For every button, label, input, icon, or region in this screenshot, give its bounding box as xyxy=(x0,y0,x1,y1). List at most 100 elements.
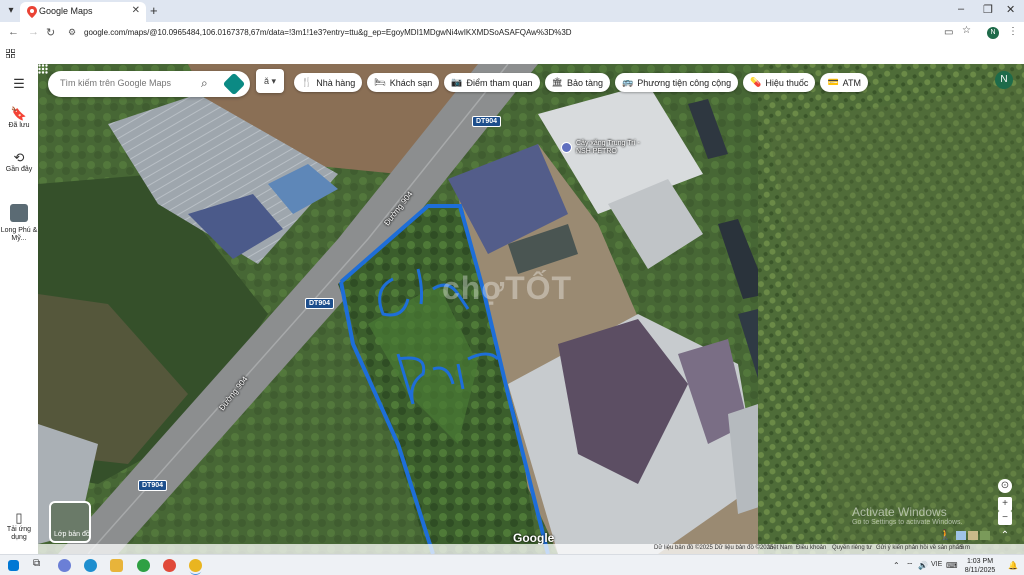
reload-button[interactable]: ↻ xyxy=(46,26,55,39)
ime-icon[interactable]: ⌨ xyxy=(946,561,958,570)
rail-label-saved: Đã lưu xyxy=(8,122,30,129)
back-button[interactable]: ← xyxy=(8,26,19,38)
apps-shortcut-icon[interactable] xyxy=(6,49,15,58)
rail-label-recent: Gần đây xyxy=(5,166,33,173)
taskbar-clock[interactable]: 1:03 PM 8/11/2025 xyxy=(960,557,1000,575)
zoom-out-button[interactable]: − xyxy=(998,511,1012,525)
profile-avatar[interactable]: N xyxy=(987,27,999,39)
directions-icon[interactable] xyxy=(222,72,246,96)
museum-icon: 🏛 xyxy=(551,77,563,87)
chip-label: Bảo tàng xyxy=(566,77,603,88)
notifications-icon[interactable]: 🔔 xyxy=(1008,561,1018,570)
feedback-link[interactable]: Gửi ý kiến phản hồi về sản phẩm xyxy=(876,545,964,551)
expand-controls-icon[interactable]: ⌃ xyxy=(998,529,1012,543)
camera-icon: 📷 xyxy=(451,77,463,87)
rail-item-recent-place[interactable]: Long Phú & Mỹ... xyxy=(0,204,38,243)
map-type-tiles[interactable] xyxy=(956,531,990,540)
zoom-in-button[interactable]: + xyxy=(998,497,1012,511)
input-language[interactable]: VIE xyxy=(931,561,942,568)
terms-link[interactable]: Điều khoản xyxy=(796,545,826,551)
chip-transit[interactable]: 🚌 Phương tiện công cộng xyxy=(614,73,739,92)
install-app-icon[interactable]: ▭ xyxy=(944,27,953,38)
restore-button[interactable]: ❐ xyxy=(983,3,993,16)
atm-icon: 💳 xyxy=(827,77,839,87)
menu-button[interactable]: ☰ xyxy=(0,76,38,92)
browser-menu-icon[interactable]: ⋮ xyxy=(1008,26,1018,37)
new-tab-button[interactable]: + xyxy=(150,3,158,18)
app-icon-2[interactable] xyxy=(163,559,176,572)
chip-more-selector[interactable]: ǎ ▾ xyxy=(256,69,284,93)
volume-icon[interactable]: 🔊 xyxy=(918,561,928,570)
chip-museums[interactable]: 🏛 Bảo tàng xyxy=(544,73,610,92)
tray-chevron-icon[interactable]: ⌃ xyxy=(893,561,900,570)
file-explorer-icon[interactable] xyxy=(110,559,123,572)
maps-side-rail: ☰ 🔖 Đã lưu ⟲ Gần đây Long Phú & Mỹ... ▯ … xyxy=(0,64,38,554)
activate-title: Activate Windows xyxy=(852,505,947,519)
rail-item-get-app[interactable]: ▯ Tải ứng dụng xyxy=(0,510,38,542)
edge-icon[interactable] xyxy=(84,559,97,572)
chip-label: ATM xyxy=(842,77,861,88)
bookmarks-bar xyxy=(0,44,1024,64)
rail-label-get-app: Tải ứng dụng xyxy=(6,526,32,541)
minimize-button[interactable]: – xyxy=(958,3,964,15)
pharmacy-icon: 💊 xyxy=(750,77,762,87)
rail-item-recent[interactable]: ⟲ Gần đây xyxy=(0,150,38,174)
clock-time: 1:03 PM xyxy=(966,558,994,565)
bookmark-star-icon[interactable]: ☆ xyxy=(962,25,971,36)
close-window-button[interactable]: ✕ xyxy=(1006,3,1015,16)
chip-restaurants[interactable]: 🍴 Nhà hàng xyxy=(294,73,363,92)
address-bar[interactable]: ⚙ google.com/maps/@10.0965484,106.016737… xyxy=(64,24,964,42)
road-shield: DT904 xyxy=(472,116,502,127)
attribution-country: Việt Nam xyxy=(768,545,793,551)
start-icon[interactable] xyxy=(8,560,19,571)
satellite-map[interactable]: chợTỐT DT904 DT904 DT904 Đường 904 Đường… xyxy=(38,64,1024,554)
scale-label: 5 m xyxy=(960,545,971,551)
windows-taskbar: ⧉ ⌃ ⌔ 🔊 VIE ⌨ 1:03 PM 8/11/2025 🔔 xyxy=(0,554,1024,575)
chip-label: Phương tiện công cộng xyxy=(637,77,732,88)
gas-station-pin-icon xyxy=(561,142,572,153)
clock-date: 8/11/2025 xyxy=(964,567,996,574)
poi-label: Cây xăng Trung Trí - NSH PETRO xyxy=(576,140,640,155)
satellite-imagery xyxy=(38,64,1024,554)
map-tile[interactable] xyxy=(956,531,966,540)
network-icon[interactable]: ⌔ xyxy=(906,561,914,571)
chip-label: Khách sạn xyxy=(389,77,433,88)
tab-close-icon[interactable]: ✕ xyxy=(132,5,140,16)
rail-item-saved[interactable]: 🔖 Đã lưu xyxy=(0,106,38,130)
chip-atm[interactable]: 💳 ATM xyxy=(820,73,868,92)
layers-button[interactable]: Lớp bản đồ xyxy=(49,501,91,543)
tab-search-icon[interactable]: ▾ xyxy=(4,4,18,18)
chip-label: Nhà hàng xyxy=(316,77,356,88)
privacy-link[interactable]: Quyền riêng tư xyxy=(832,545,872,551)
browser-toolbar: ← → ↻ ⚙ google.com/maps/@10.0965484,106.… xyxy=(0,22,1024,44)
search-box[interactable]: ⌕ xyxy=(48,71,250,97)
task-view-icon[interactable]: ⧉ xyxy=(33,558,40,569)
browser-tab-strip: ▾ Google Maps ✕ + – ❐ ✕ xyxy=(0,0,1024,22)
app-icon[interactable] xyxy=(137,559,150,572)
chip-hotels[interactable]: 🛏 Khách sạn xyxy=(367,73,440,92)
place-thumbnail xyxy=(10,204,28,222)
copilot-icon[interactable] xyxy=(58,559,71,572)
search-input[interactable] xyxy=(60,78,200,88)
tab-google-maps[interactable]: Google Maps ✕ xyxy=(20,2,146,22)
google-apps-icon[interactable] xyxy=(38,64,48,74)
forward-button[interactable]: → xyxy=(28,26,39,38)
pegman-icon[interactable]: 🚶 xyxy=(939,530,951,541)
search-icon[interactable]: ⌕ xyxy=(201,76,208,91)
road-shield: DT904 xyxy=(305,298,335,309)
account-avatar[interactable]: N xyxy=(995,71,1013,89)
chrome-icon[interactable] xyxy=(189,559,202,572)
chip-attractions[interactable]: 📷 Điểm tham quan xyxy=(444,73,540,92)
chip-pharmacies[interactable]: 💊 Hiệu thuốc xyxy=(743,73,816,92)
my-location-button[interactable]: ⊙ xyxy=(998,479,1012,493)
rail-label-place: Long Phú & Mỹ... xyxy=(0,227,38,242)
category-chips: 🍴 Nhà hàng 🛏 Khách sạn 📷 Điểm tham quan 🏛 Bả… xyxy=(294,73,868,92)
chip-label: Điểm tham quan xyxy=(466,77,533,88)
chotot-watermark: chợTỐT xyxy=(442,270,573,306)
history-icon: ⟲ xyxy=(13,150,25,165)
attribution-data: Dữ liệu bản đồ ©2025 Dữ liệu bản đồ ©202… xyxy=(654,545,774,551)
tab-title: Google Maps xyxy=(39,6,93,16)
satellite-tile[interactable] xyxy=(980,531,990,540)
site-info-icon[interactable]: ⚙ xyxy=(68,27,76,38)
terrain-tile[interactable] xyxy=(968,531,978,540)
